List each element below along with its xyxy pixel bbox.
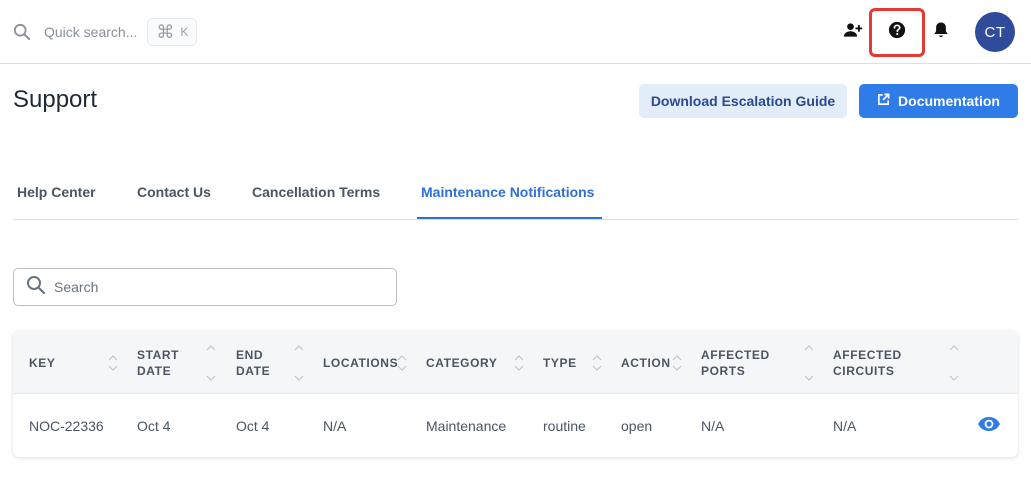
column-label: LOCATIONS [323,355,399,370]
help-button[interactable] [869,8,925,57]
cell-end-date: Oct 4 [236,417,270,434]
add-user-icon [843,21,863,44]
cell-affected-ports: N/A [701,417,725,434]
keyboard-shortcut: ⌘ K [147,18,198,46]
table-row[interactable]: NOC-22336 Oct 4 Oct 4 N/A Maintenance ro… [13,394,1018,457]
column-header-type[interactable]: TYPE [543,331,577,394]
cell-start-date: Oct 4 [137,417,171,434]
quick-search-placeholder: Quick search... [44,24,138,40]
documentation-label: Documentation [898,93,1000,109]
tab-label: Cancellation Terms [252,184,381,200]
notifications-button[interactable] [925,16,957,48]
column-header-affected-circuits[interactable]: AFFECTED CIRCUITS [833,331,902,394]
shortcut-letter: K [180,25,189,39]
documentation-button[interactable]: Documentation [859,84,1018,118]
sort-icon[interactable] [294,331,304,394]
cell-affected-circuits: N/A [833,417,857,434]
column-label: AFFECTED PORTS [701,347,770,378]
tab-maintenance-notifications[interactable]: Maintenance Notifications [417,172,602,219]
tab-contact-us[interactable]: Contact Us [137,172,211,219]
command-key: ⌘ [156,22,175,42]
column-header-action[interactable]: ACTION [621,331,671,394]
page-title: Support [13,86,98,113]
column-header-start-date[interactable]: START DATE [137,331,179,394]
cell-action: open [621,417,653,434]
tab-cancellation-terms[interactable]: Cancellation Terms [252,172,380,219]
sort-icon[interactable] [672,331,682,394]
sort-icon[interactable] [397,331,407,394]
sort-icon[interactable] [514,331,524,394]
column-label: KEY [29,355,56,370]
column-label: AFFECTED CIRCUITS [833,347,902,378]
add-user-button[interactable] [837,16,869,48]
tab-label: Contact Us [137,184,211,200]
column-label: CATEGORY [426,355,498,370]
tab-help-center[interactable]: Help Center [17,172,96,219]
table-header: KEY START DATE END DATE LOCATIONS CATEGORY… [13,331,1018,394]
cell-key: NOC-22336 [29,417,104,434]
help-icon [888,21,906,44]
column-label: ACTION [621,355,671,370]
column-label: START DATE [137,347,180,378]
sort-icon[interactable] [592,331,602,394]
external-link-icon [877,93,890,109]
cell-type: routine [543,417,586,434]
download-escalation-guide-label: Download Escalation Guide [650,93,836,109]
eye-icon [977,416,1001,437]
avatar[interactable]: CT [975,12,1015,52]
bell-icon [933,21,949,44]
cell-category: Maintenance [426,417,507,434]
column-header-end-date[interactable]: END DATE [236,331,270,394]
search-box [13,268,397,306]
view-button[interactable] [977,414,1001,438]
column-header-affected-ports[interactable]: AFFECTED PORTS [701,331,770,394]
top-bar: Quick search... ⌘ K CT [0,0,1031,64]
sort-icon[interactable] [206,331,216,394]
tab-label: Maintenance Notifications [421,184,595,200]
column-header-key[interactable]: KEY [29,331,55,394]
search-input[interactable] [54,279,374,295]
sort-icon[interactable] [108,331,118,394]
quick-search[interactable]: Quick search... ⌘ K [12,18,198,46]
search-icon [26,275,46,300]
sort-icon[interactable] [949,331,959,394]
search-icon [12,22,32,42]
cell-locations: N/A [323,417,347,434]
tab-label: Help Center [17,184,96,200]
column-header-locations[interactable]: LOCATIONS [323,331,398,394]
column-label: TYPE [543,355,577,370]
maintenance-table: KEY START DATE END DATE LOCATIONS CATEGORY… [13,331,1018,457]
download-escalation-guide-button[interactable]: Download Escalation Guide [639,84,847,118]
tab-bar: Help Center Contact Us Cancellation Term… [13,172,1018,220]
column-label: END DATE [236,347,271,378]
sort-icon[interactable] [804,331,814,394]
column-header-category[interactable]: CATEGORY [426,331,497,394]
